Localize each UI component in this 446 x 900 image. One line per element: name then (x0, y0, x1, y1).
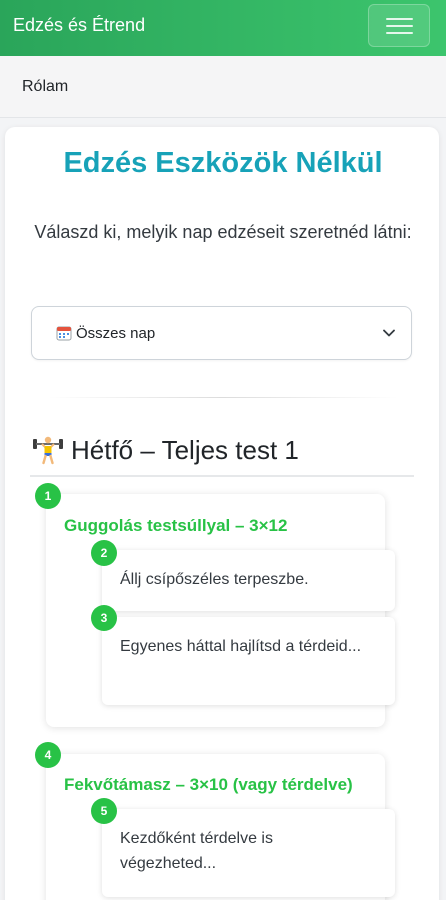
exercise-title: Fekvőtámasz – 3×10 (vagy térdelve) (64, 775, 353, 794)
step-number-badge: 5 (91, 798, 117, 824)
exercise-number-badge: 4 (35, 742, 61, 768)
hamburger-menu-icon (386, 32, 413, 34)
day-select-value: Összes nap (76, 325, 156, 342)
step-text: Egyenes háttal hajlítsd a térdeid... (120, 638, 362, 655)
page-title: Edzés Eszközök Nélkül (63, 147, 383, 179)
hamburger-menu-icon (386, 25, 413, 27)
exercise-number-badge: 1 (35, 483, 61, 509)
chevron-down-icon (383, 329, 395, 337)
day-heading-underline (30, 475, 414, 477)
section-divider (48, 397, 398, 398)
top-navbar: Edzés és Étrend (0, 0, 446, 56)
day-heading: Hétfő – Teljes test 1 (71, 435, 299, 465)
nav-link-rolam[interactable]: Rólam (22, 78, 68, 96)
hamburger-menu-icon (386, 18, 413, 20)
step-text: Kezdőként térdelve is végezheted... (120, 830, 273, 872)
secondary-nav: Rólam (0, 56, 446, 118)
step-text: Állj csípőszéles terpeszbe. (120, 571, 309, 588)
menu-toggle-button[interactable] (368, 4, 430, 47)
step-number-badge: 2 (91, 540, 117, 566)
calendar-icon (56, 326, 72, 341)
step-card (102, 617, 395, 705)
intro-text: Válaszd ki, melyik nap edzéseit szeretné… (34, 222, 412, 242)
step-number-badge: 3 (91, 605, 117, 631)
exercise-title: Guggolás testsúllyal – 3×12 (64, 516, 288, 535)
weightlifter-icon (33, 436, 63, 465)
brand-link[interactable]: Edzés és Étrend (13, 14, 145, 36)
day-select[interactable]: Összes nap (31, 306, 412, 360)
